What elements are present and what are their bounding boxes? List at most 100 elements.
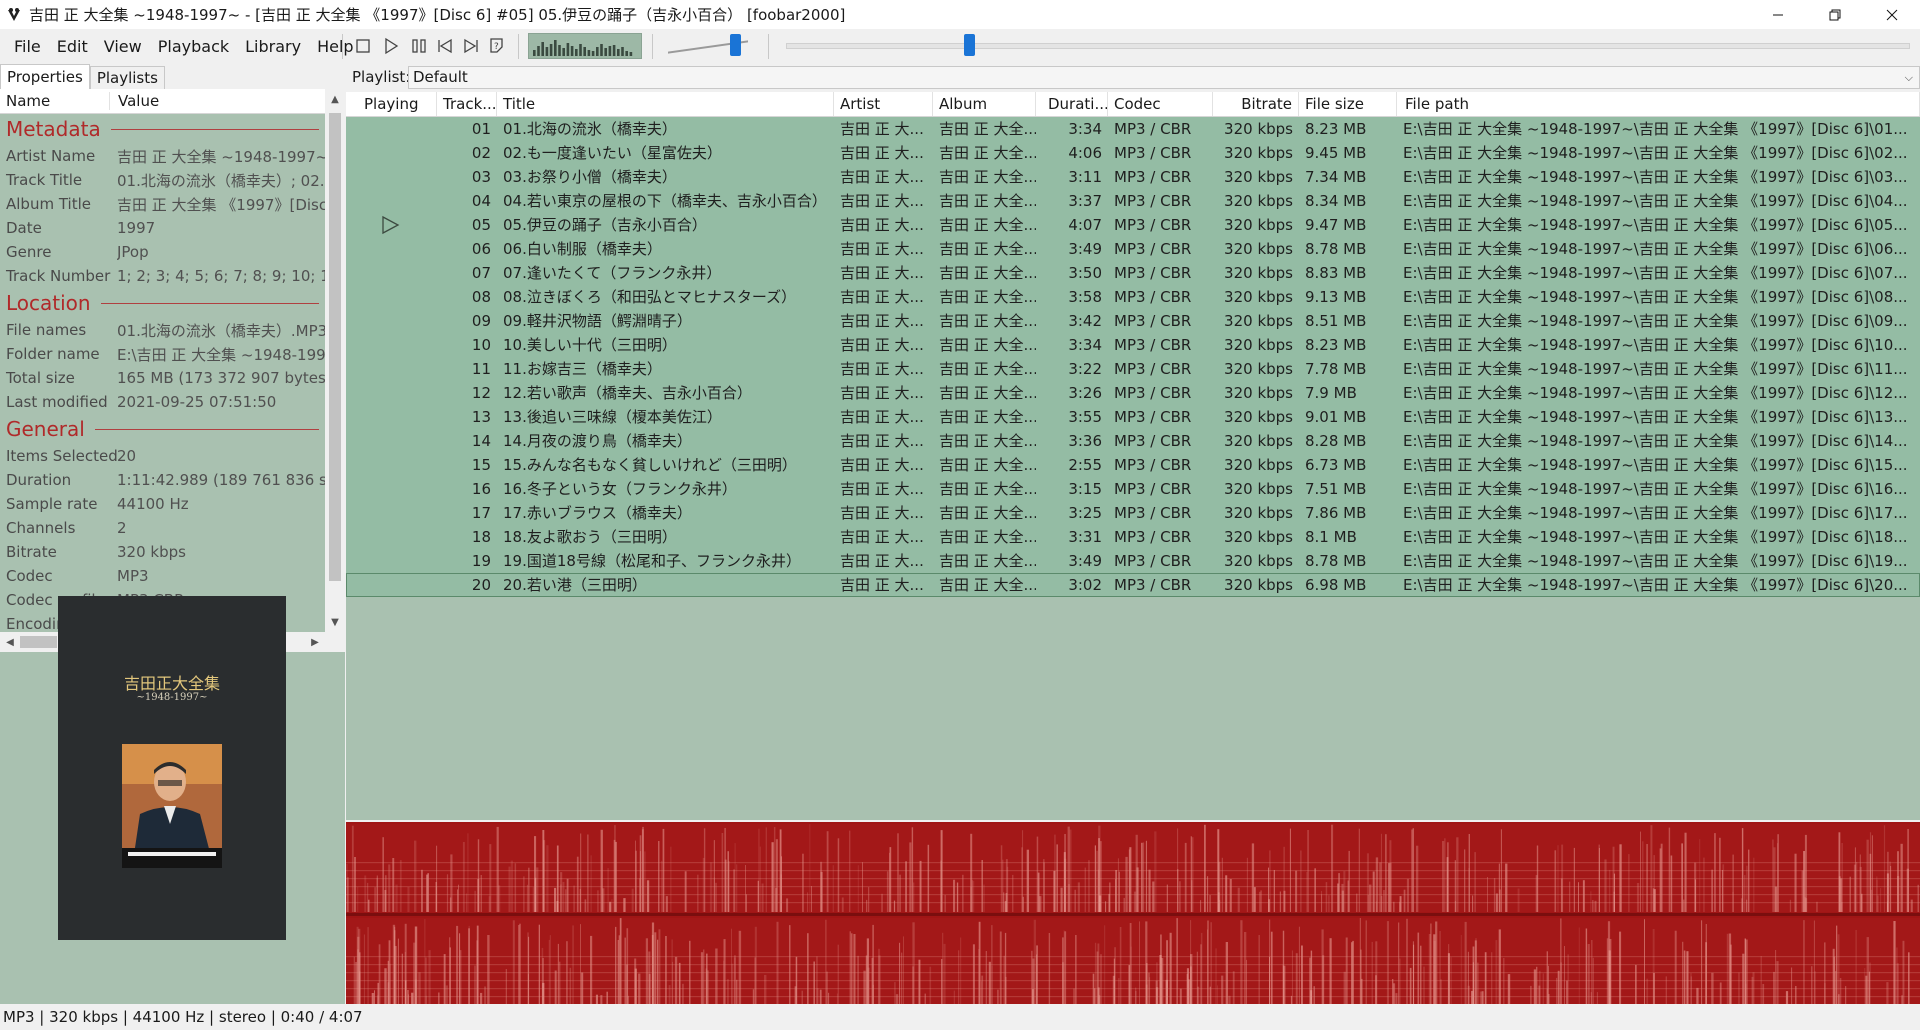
cell-title: 05.伊豆の踊子（吉永小百合） <box>503 216 707 234</box>
playlist-row[interactable]: 11 11.お嫁吉三（橋幸夫） 吉田 正 大... 吉田 正 大全... 3:22 MP3… <box>346 357 1920 381</box>
spectrogram-streak <box>449 897 452 912</box>
spectrogram-streak <box>1114 947 1116 1004</box>
property-row[interactable]: Channels 2 <box>0 516 325 540</box>
playlist-row[interactable]: 02 02.も一度逢いたい（星富佐夫） 吉田 正 大... 吉田 正 大全... 4:0… <box>346 141 1920 165</box>
column-artist[interactable]: Artist <box>834 92 933 116</box>
menu-file[interactable]: File <box>6 37 49 56</box>
property-value: 吉田 正 大全集 《1997》[Disc <box>117 195 325 214</box>
cell-duration: 3:34 <box>1068 336 1102 354</box>
scrollbar-thumb[interactable] <box>329 113 341 581</box>
menu-playback[interactable]: Playback <box>150 37 237 56</box>
playlist-row[interactable]: 07 07.逢いたくて（フランク永井） 吉田 正 大... 吉田 正 大全... 3:5… <box>346 261 1920 285</box>
stop-button[interactable] <box>352 35 374 57</box>
spectrogram-streak <box>1221 857 1223 912</box>
playlist-row[interactable]: 18 18.友よ歌おう（三田明） 吉田 正 大... 吉田 正 大全... 3:31 MP… <box>346 525 1920 549</box>
column-file-size[interactable]: File size <box>1299 92 1397 116</box>
playlist-row[interactable]: 13 13.後追い三味線（榎本美佐江） 吉田 正 大... 吉田 正 大全... 3:5… <box>346 405 1920 429</box>
column-duration[interactable]: Durati... <box>1036 92 1108 116</box>
column-bitrate[interactable]: Bitrate <box>1213 92 1299 116</box>
cell-bitrate: 320 kbps <box>1224 120 1293 138</box>
column-name[interactable]: Name <box>0 92 110 110</box>
scroll-down-icon[interactable]: ▼ <box>325 612 345 632</box>
playlist-row[interactable]: 17 17.赤いブラウス（橋幸夫） 吉田 正 大... 吉田 正 大全... 3:25 M… <box>346 501 1920 525</box>
spectrogram-visualization[interactable] <box>346 822 1920 1004</box>
close-button[interactable] <box>1863 0 1920 29</box>
visualization-spectrum[interactable] <box>528 33 642 59</box>
volume-slider-thumb[interactable] <box>730 34 741 56</box>
playlist-row[interactable]: 04 04.若い東京の屋根の下（橋幸夫、吉永小百合） 吉田 正 大... 吉田 正 大… <box>346 189 1920 213</box>
cell-file-path: E:\吉田 正 大全集 ~1948-1997~\吉田 正 大全集 《1997》[… <box>1403 480 1908 498</box>
playlist-row[interactable]: 09 09.軽井沢物語（鰐淵晴子） 吉田 正 大... 吉田 正 大全... 3:42 M… <box>346 309 1920 333</box>
playlist-row[interactable]: 12 12.若い歌声（橋幸夫、吉永小百合） 吉田 正 大... 吉田 正 大全... 3… <box>346 381 1920 405</box>
scroll-left-icon[interactable]: ◀ <box>0 632 20 652</box>
properties-header: Name Value <box>0 89 325 114</box>
seek-bar[interactable] <box>786 43 1910 49</box>
play-button[interactable] <box>380 35 402 57</box>
menu-view[interactable]: View <box>96 37 150 56</box>
column-track[interactable]: Track... <box>437 92 497 116</box>
maximize-button[interactable] <box>1806 0 1863 29</box>
cell-album: 吉田 正 大全... <box>939 240 1036 258</box>
column-album[interactable]: Album <box>933 92 1036 116</box>
seek-slider-thumb[interactable] <box>964 34 975 56</box>
album-art[interactable]: 吉田正大全集 ~1948-1997~ <box>58 596 286 940</box>
playlist-row[interactable]: 15 15.みんな名もなく貧しいけれど（三田明） 吉田 正 大... 吉田 正 大全.… <box>346 453 1920 477</box>
chevron-down-icon[interactable]: ⌵ <box>1905 67 1913 88</box>
spectrogram-streak <box>776 921 779 1004</box>
playlist-row[interactable]: 01 01.北海の流氷（橋幸夫） 吉田 正 大... 吉田 正 大全... 3:34 MP… <box>346 117 1920 141</box>
playlist-row[interactable]: 05 05.伊豆の踊子（吉永小百合） 吉田 正 大... 吉田 正 大全... 4:07… <box>346 213 1920 237</box>
spectrogram-streak <box>1681 843 1683 912</box>
property-row[interactable]: Album Title 吉田 正 大全集 《1997》[Disc <box>0 192 325 216</box>
spectrogram-streak <box>1604 859 1607 912</box>
previous-button[interactable] <box>434 35 456 57</box>
property-row[interactable]: Items Selected 20 <box>0 444 325 468</box>
property-row[interactable]: Bitrate 320 kbps <box>0 540 325 564</box>
playlist-row[interactable]: 03 03.お祭り小僧（橋幸夫） 吉田 正 大... 吉田 正 大全... 3:11 MP… <box>346 165 1920 189</box>
scroll-up-icon[interactable]: ▲ <box>325 89 345 109</box>
playlist-row[interactable]: 14 14.月夜の渡り鳥（橋幸夫） 吉田 正 大... 吉田 正 大全... 3:36 M… <box>346 429 1920 453</box>
spectrogram-streak <box>826 831 829 912</box>
playlist-row[interactable]: 08 08.泣きぼくろ（和田弘とマヒナスターズ） 吉田 正 大... 吉田 正 大全.… <box>346 285 1920 309</box>
property-row[interactable]: File names 01.北海の流氷（橋幸夫）.MP3 <box>0 318 325 342</box>
playlist-row[interactable]: 16 16.冬子という女（フランク永井） 吉田 正 大... 吉田 正 大全... 3:… <box>346 477 1920 501</box>
playlist-dropdown[interactable]: Default ⌵ <box>408 66 1920 89</box>
property-row[interactable]: Track Title 01.北海の流氷（橋幸夫）; 02. <box>0 168 325 192</box>
playlist-row[interactable]: 06 06.白い制服（橋幸夫） 吉田 正 大... 吉田 正 大全... 3:49 MP3… <box>346 237 1920 261</box>
property-row[interactable]: Genre JPop <box>0 240 325 264</box>
property-row[interactable]: Sample rate 44100 Hz <box>0 492 325 516</box>
properties-vertical-scrollbar[interactable]: ▲ ▼ <box>325 89 345 632</box>
menu-library[interactable]: Library <box>237 37 309 56</box>
pause-button[interactable] <box>408 35 430 57</box>
tab-properties[interactable]: Properties <box>0 64 90 89</box>
spectrogram-streak <box>1917 884 1919 912</box>
property-row[interactable]: Folder name E:\吉田 正 大全集 ~1948-1997 <box>0 342 325 366</box>
spectrogram-streak <box>1762 984 1765 1004</box>
playlist-row[interactable]: 19 19.国道18号線（松尾和子、フランク永井） 吉田 正 大... 吉田 正 大全… <box>346 549 1920 573</box>
property-row[interactable]: Codec MP3 <box>0 564 325 588</box>
column-title[interactable]: Title <box>497 92 834 116</box>
column-codec[interactable]: Codec <box>1108 92 1213 116</box>
minimize-button[interactable] <box>1749 0 1806 29</box>
column-file-path[interactable]: File path <box>1397 92 1920 116</box>
property-row[interactable]: Artist Name 吉田 正 大全集 ~1948-1997~ <box>0 144 325 168</box>
column-playing[interactable]: Playing <box>346 92 437 116</box>
playlist-row[interactable]: 10 10.美しい十代（三田明） 吉田 正 大... 吉田 正 大全... 3:34 MP… <box>346 333 1920 357</box>
next-button[interactable] <box>460 35 482 57</box>
cell-codec: MP3 / CBR <box>1114 288 1192 306</box>
foobar-app-icon[interactable] <box>5 6 23 24</box>
scrollbar-thumb[interactable] <box>20 636 57 648</box>
scroll-right-icon[interactable]: ▶ <box>305 632 325 652</box>
playlist-row[interactable]: 20 20.若い港（三田明） 吉田 正 大... 吉田 正 大全... 3:02 MP3 … <box>346 573 1920 597</box>
property-row[interactable]: Track Number 1; 2; 3; 4; 5; 6; 7; 8; 9; 1… <box>0 264 325 288</box>
cell-album: 吉田 正 大全... <box>939 336 1036 354</box>
random-button[interactable]: ? <box>487 35 509 57</box>
spectrogram-streak <box>849 931 851 1004</box>
property-row[interactable]: Date 1997 <box>0 216 325 240</box>
property-row[interactable]: Duration 1:11:42.989 (189 761 836 sam <box>0 468 325 492</box>
menu-edit[interactable]: Edit <box>49 37 96 56</box>
spectrogram-streak <box>972 880 975 912</box>
property-row[interactable]: Total size 165 MB (173 372 907 bytes) <box>0 366 325 390</box>
column-value[interactable]: Value <box>110 92 159 110</box>
property-row[interactable]: Last modified 2021-09-25 07:51:50 <box>0 390 325 414</box>
tab-playlists[interactable]: Playlists <box>89 66 165 89</box>
